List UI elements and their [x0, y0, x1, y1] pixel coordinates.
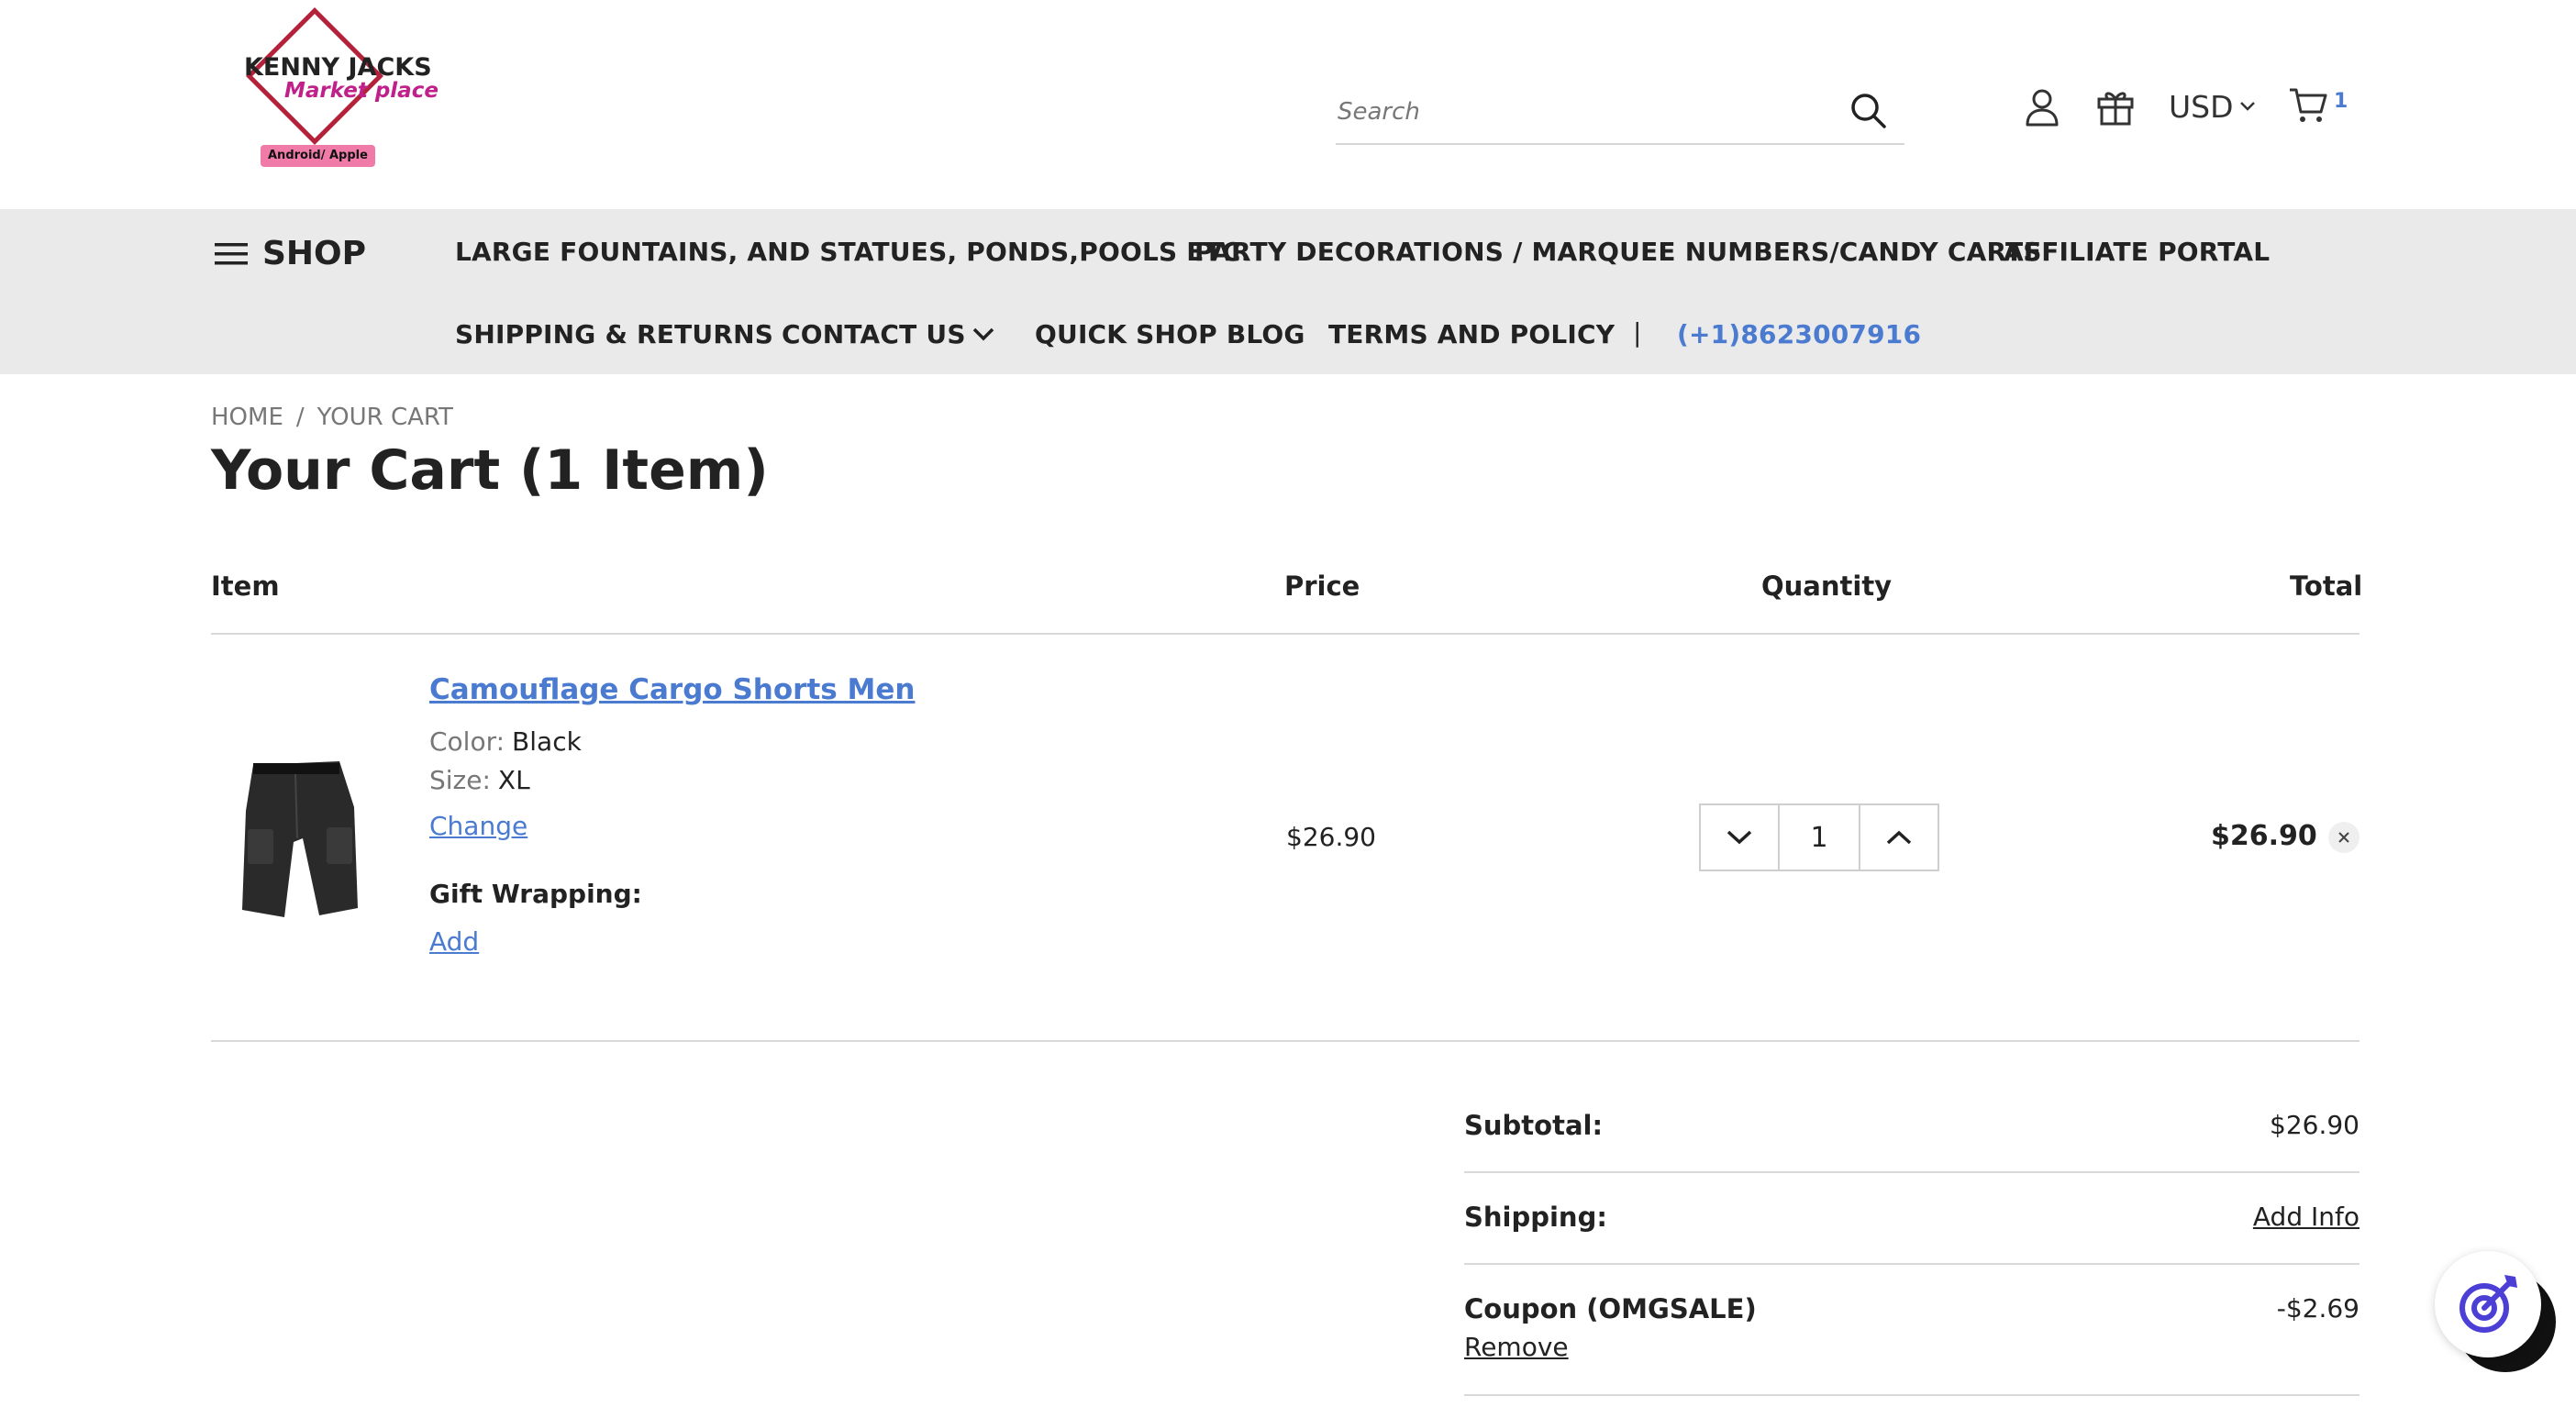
gift-wrapping-label: Gift Wrapping: [429, 879, 642, 909]
close-icon [2338, 832, 2349, 843]
totals-divider [1464, 1171, 2359, 1173]
chevron-down-icon [2239, 102, 2255, 111]
nav-item-quick-shop-blog[interactable]: QUICK SHOP BLOG [1035, 319, 1305, 349]
target-icon [2459, 1275, 2517, 1333]
chevron-down-icon [1727, 830, 1752, 845]
shipping-add-info-link[interactable]: Add Info [2253, 1202, 2359, 1232]
search-box [1336, 79, 1904, 145]
quantity-decrease-button[interactable] [1701, 805, 1778, 870]
column-header-quantity: Quantity [1761, 571, 1893, 602]
totals-divider [1464, 1394, 2359, 1396]
product-name-link[interactable]: Camouflage Cargo Shorts Men [429, 673, 915, 706]
nav-item-shipping-returns[interactable]: SHIPPING & RETURNS [455, 319, 773, 349]
quantity-stepper [1699, 803, 1939, 871]
nav-item-terms-policy[interactable]: TERMS AND POLICY [1328, 319, 1615, 349]
gift-icon[interactable] [2095, 86, 2136, 127]
quantity-input[interactable] [1778, 805, 1860, 870]
remove-item-button[interactable] [2328, 822, 2359, 853]
nav-item-party-decorations[interactable]: PARTY DECORATIONS / MARQUEE NUMBERS/CAND… [1194, 237, 2042, 267]
color-value: Black [512, 726, 582, 757]
table-header-divider [211, 633, 2359, 635]
nav-item-fountains[interactable]: LARGE FOUNTAINS, AND STATUES, PONDS,POOL… [455, 237, 1251, 267]
page-title: Your Cart (1 Item) [211, 438, 769, 503]
chevron-down-icon [972, 327, 994, 340]
logo-tag: Android/ Apple [261, 145, 375, 167]
quantity-increase-button[interactable] [1860, 805, 1938, 870]
shipping-label: Shipping: [1464, 1202, 1607, 1233]
currency-label: USD [2169, 88, 2234, 125]
cart-icon [2290, 88, 2327, 122]
main-navigation: SHOP LARGE FOUNTAINS, AND STATUES, PONDS… [0, 209, 2576, 374]
cart-button[interactable]: 1 [2288, 84, 2348, 125]
hamburger-icon [215, 242, 248, 264]
breadcrumb-separator: / [295, 404, 305, 431]
column-header-price: Price [1284, 571, 1360, 602]
search-icon[interactable] [1848, 90, 1890, 132]
totals-divider [1464, 1263, 2359, 1265]
gift-wrapping-add-link[interactable]: Add [429, 926, 479, 957]
change-options-link[interactable]: Change [429, 811, 527, 841]
shop-menu-button[interactable]: SHOP [213, 235, 366, 272]
product-option-size: Size: XL [429, 765, 530, 795]
contact-us-label: CONTACT US [782, 319, 966, 349]
column-header-item: Item [211, 571, 280, 602]
logo-line2: Market place [284, 79, 439, 103]
coupon-remove-link[interactable]: Remove [1464, 1332, 1569, 1362]
floating-rewards-widget[interactable] [2435, 1251, 2556, 1372]
table-bottom-divider [211, 1040, 2359, 1042]
coupon-value: -$2.69 [2276, 1293, 2359, 1324]
widget-face [2435, 1251, 2541, 1357]
coupon-label: Coupon (OMGSALE) [1464, 1293, 1757, 1324]
subtotal-value: $26.90 [2270, 1110, 2359, 1140]
site-header: KENNY JACKS Market place Android/ Apple … [0, 0, 2576, 209]
cart-page: KENNY JACKS Market place Android/ Apple … [0, 0, 2576, 1407]
currency-selector[interactable]: USD [2169, 86, 2256, 127]
size-value: XL [497, 765, 530, 795]
user-icon[interactable] [2022, 86, 2062, 127]
nav-separator: | [1633, 317, 1642, 348]
product-image[interactable] [231, 754, 369, 928]
store-logo[interactable]: KENNY JACKS Market place Android/ Apple [231, 4, 442, 169]
breadcrumb-current: YOUR CART [316, 404, 453, 431]
search-input[interactable] [1338, 92, 1833, 132]
size-label: Size: [429, 765, 491, 795]
logo-line1: KENNY JACKS [244, 53, 432, 82]
nav-phone-link[interactable]: (+1)8623007916 [1677, 319, 1921, 349]
cart-count-badge: 1 [2334, 89, 2348, 113]
breadcrumb-home[interactable]: HOME [211, 404, 283, 431]
color-label: Color: [429, 726, 505, 757]
item-total: $26.90 [2211, 820, 2317, 852]
item-price: $26.90 [1286, 822, 1376, 852]
breadcrumb: HOME / YOUR CART [211, 404, 453, 431]
shop-label: SHOP [262, 235, 367, 272]
product-option-color: Color: Black [429, 726, 582, 757]
column-header-total: Total [2290, 571, 2363, 602]
chevron-up-icon [1886, 830, 1912, 845]
nav-item-contact-us[interactable]: CONTACT US [782, 319, 995, 349]
nav-item-affiliate-portal[interactable]: AFFILIATE PORTAL [2004, 237, 2270, 267]
subtotal-label: Subtotal: [1464, 1110, 1604, 1141]
